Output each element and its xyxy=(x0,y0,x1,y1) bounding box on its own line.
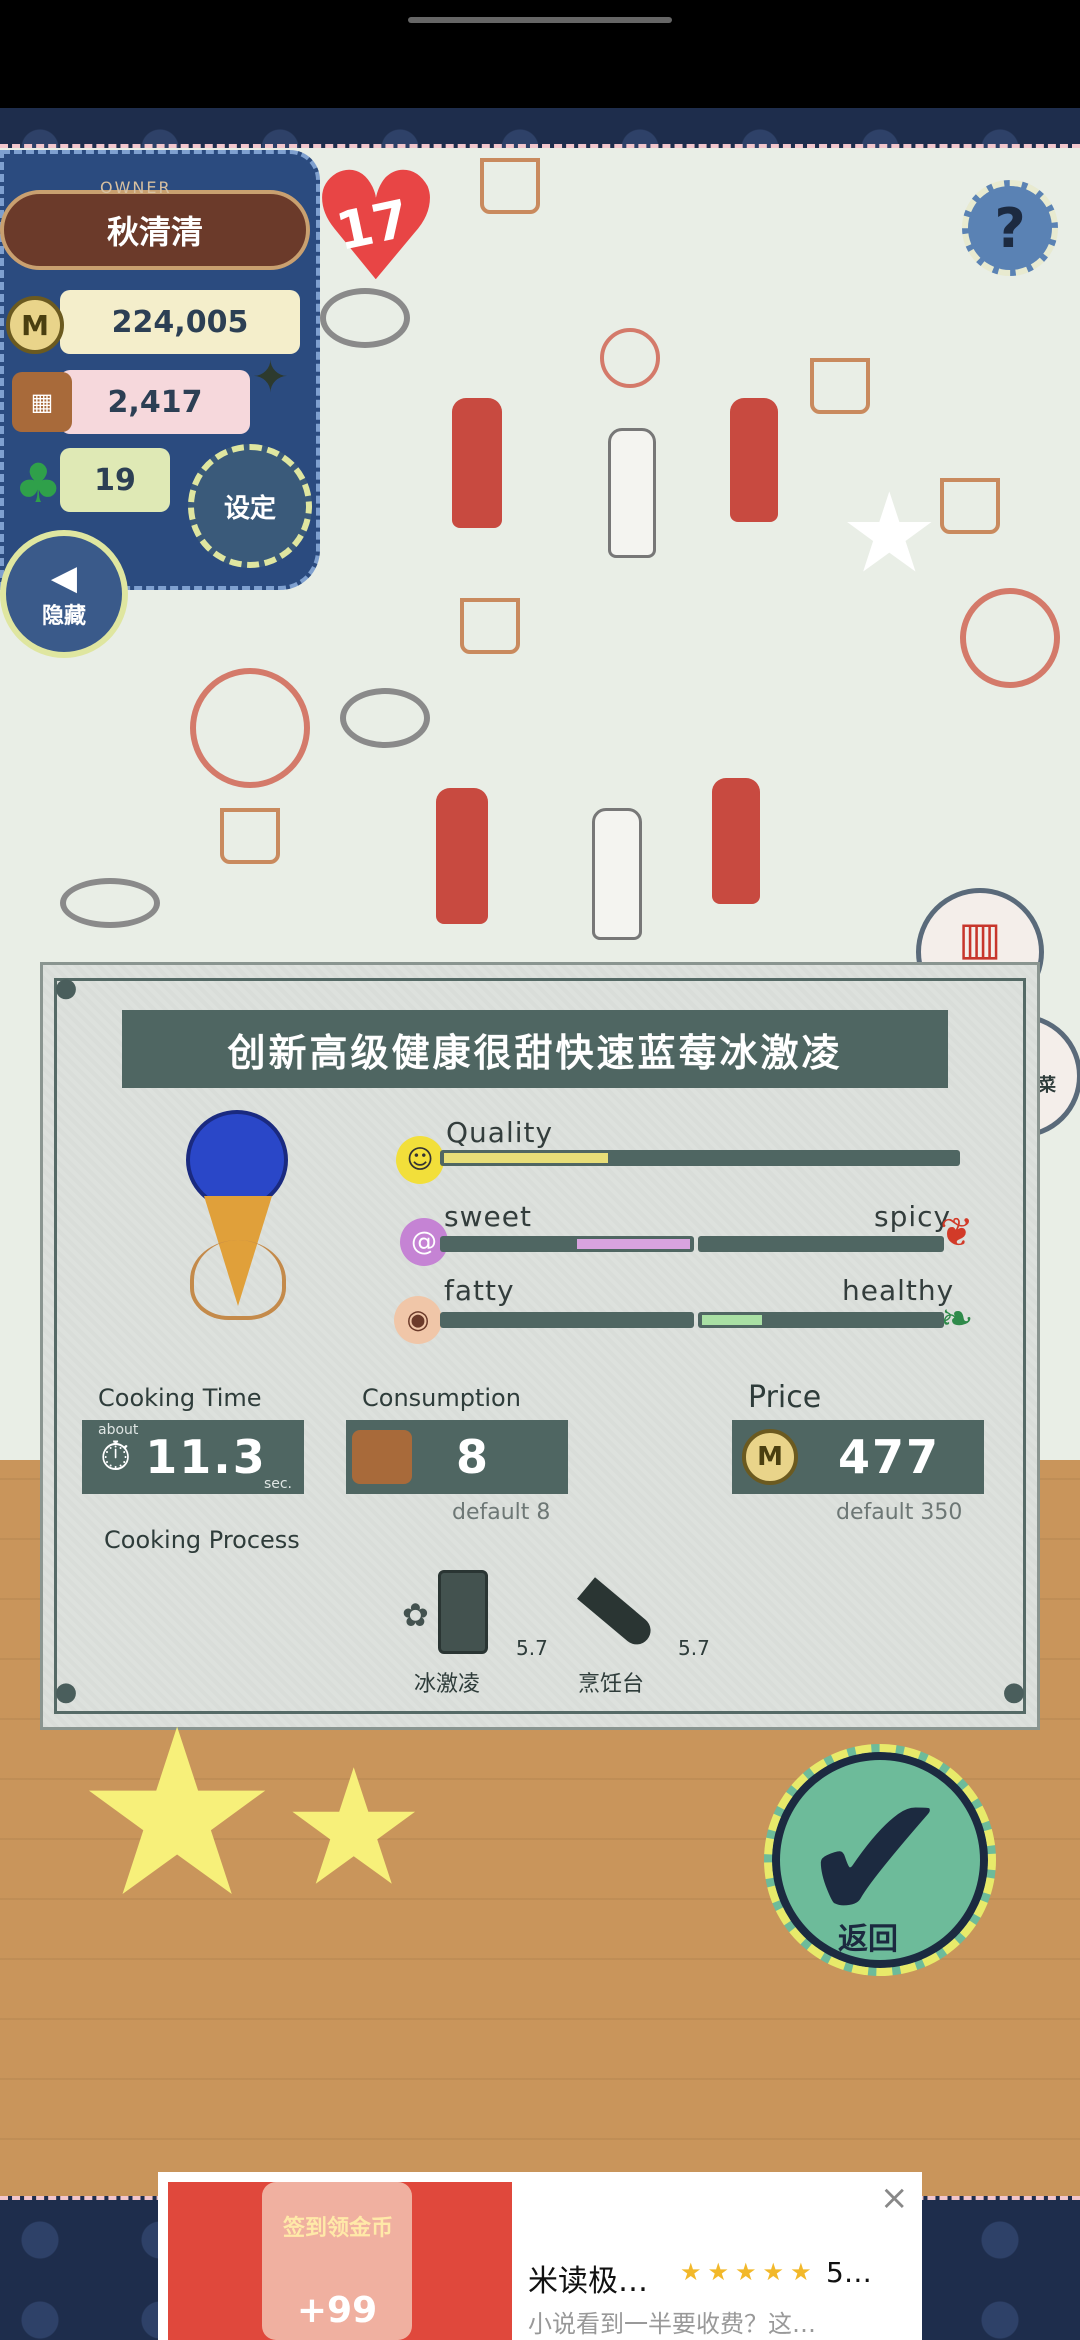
sweet-spicy-bar-left xyxy=(440,1236,694,1252)
stopwatch-icon: ⏱ xyxy=(100,1434,132,1480)
step-value: 5.7 xyxy=(516,1636,548,1660)
hide-label: 隐藏 xyxy=(41,604,86,629)
price-default: default 350 xyxy=(836,1500,963,1525)
top-border-strip xyxy=(0,108,1080,148)
quality-label: Quality xyxy=(446,1116,554,1149)
owner-name: 秋清清 xyxy=(106,213,203,251)
ingredient-value: 2,417 xyxy=(107,384,203,420)
bear-corner-icon: ● xyxy=(54,973,78,1003)
whisk-doodle xyxy=(60,878,160,928)
clover-counter: 19 xyxy=(60,448,170,512)
settings-label: 设定 xyxy=(223,493,276,524)
ad-rating: 5… xyxy=(826,2256,872,2289)
process-step: ✿ 5.7 冰激凌 xyxy=(398,1566,578,1697)
about-label: about xyxy=(98,1422,139,1438)
sweet-label: sweet xyxy=(444,1200,532,1233)
pig-icon: ◉ xyxy=(394,1296,442,1344)
pepper-icon: ❦ xyxy=(940,1210,974,1256)
clover-value: 19 xyxy=(94,462,136,498)
leaf-icon: ❧ xyxy=(940,1296,974,1342)
ad-image-bonus: +99 xyxy=(296,2290,378,2331)
price-value: 477 xyxy=(838,1430,941,1484)
step-name: 冰激凌 xyxy=(414,1672,481,1697)
cup-doodle xyxy=(940,478,1000,534)
coin-counter: 224,005 xyxy=(60,290,300,354)
cooking-process-label: Cooking Process xyxy=(104,1526,300,1554)
consumption-value: 8 xyxy=(456,1430,489,1484)
cup-doodle xyxy=(810,358,870,414)
healthy-fill xyxy=(702,1315,762,1325)
pan-doodle xyxy=(960,588,1060,688)
ingredient-counter: 2,417 xyxy=(60,370,250,434)
consumption-label: Consumption xyxy=(362,1384,521,1412)
step-value: 5.7 xyxy=(678,1636,710,1660)
consumption-default: default 8 xyxy=(452,1500,551,1525)
bear-corner-icon: ● xyxy=(1002,1677,1026,1707)
coin-icon: M xyxy=(742,1429,798,1485)
price-box: M 477 xyxy=(732,1420,984,1494)
sweet-spicy-bar-right xyxy=(698,1236,944,1252)
arrow-left-icon: ◀ xyxy=(50,558,78,598)
owner-tag: OWNER xyxy=(100,178,172,197)
ad-description: 小说看到一半要收费？这… xyxy=(528,2310,816,2338)
ad-close-button[interactable]: × xyxy=(880,2178,909,2218)
help-label: ? xyxy=(994,196,1026,260)
bottle-doodle xyxy=(452,398,502,528)
cup-doodle xyxy=(460,598,520,654)
settings-button[interactable]: 设定 xyxy=(188,444,312,568)
cooking-time-value: 11.3 xyxy=(145,1430,267,1484)
sec-label: sec. xyxy=(263,1476,292,1492)
clover-icon: ♣ xyxy=(14,452,63,515)
freezer-icon xyxy=(438,1570,488,1654)
fatty-healthy-bar-left xyxy=(440,1312,694,1328)
price-label: Price xyxy=(748,1380,822,1415)
hide-button[interactable]: ◀ 隐藏 xyxy=(0,530,128,658)
coin-value: 224,005 xyxy=(111,304,249,340)
dish-title-banner: 创新高级健康很甜快速蓝莓冰激凌 xyxy=(122,1010,948,1088)
cooking-time-label: Cooking Time xyxy=(98,1384,262,1412)
quality-face-icon: ☺ xyxy=(396,1136,444,1184)
coin-icon: M xyxy=(6,296,64,354)
pan-doodle xyxy=(190,668,310,788)
ad-rating-stars: ★★★★★ xyxy=(680,2258,818,2286)
bottle-doodle xyxy=(608,428,656,558)
healthy-label: healthy xyxy=(842,1274,955,1307)
bottle-doodle xyxy=(436,788,488,924)
star-decoration: ★ xyxy=(282,1734,426,1921)
basket-icon xyxy=(352,1430,412,1484)
cup-doodle xyxy=(480,158,540,214)
sparkle-icon: ✦ xyxy=(252,352,289,403)
dish-title: 创新高级健康很甜快速蓝莓冰激凌 xyxy=(227,1030,843,1075)
knife-icon xyxy=(577,1577,657,1651)
step-name: 烹饪台 xyxy=(578,1672,645,1697)
whisk-doodle xyxy=(340,688,430,748)
owner-name-plate: 秋清清 xyxy=(0,190,310,270)
sweet-fill xyxy=(577,1239,690,1249)
game-screen: ★ 秋清清 OWNER 224,005 M 2,417 ▦ ✦ 19 ♣ ♥ 1… xyxy=(0,0,1080,2340)
cup-doodle xyxy=(220,808,280,864)
pan-doodle xyxy=(600,328,660,388)
ice-cream-scoop xyxy=(186,1110,288,1210)
star-doodle: ★ xyxy=(840,469,939,597)
fatty-healthy-bar-right xyxy=(698,1312,944,1328)
cooking-time-box: about ⏱ 11.3 sec. xyxy=(82,1420,304,1494)
help-button[interactable]: ? xyxy=(962,180,1058,276)
consumption-box: 8 xyxy=(346,1420,568,1494)
cone-stand xyxy=(190,1240,286,1320)
star-decoration: ★ xyxy=(74,1681,281,1948)
quality-fill xyxy=(444,1153,608,1163)
bottle-doodle xyxy=(712,778,760,904)
ad-title: 米读极… xyxy=(528,2264,648,2299)
quality-bar xyxy=(440,1150,960,1166)
flower-icon: ✿ xyxy=(402,1596,429,1634)
bottle-doodle xyxy=(592,808,642,940)
confirm-label: 返回 xyxy=(838,1922,898,1957)
fatty-label: fatty xyxy=(444,1274,515,1307)
trash-icon: ▥ xyxy=(958,910,1002,965)
process-step: 5.7 烹饪台 xyxy=(570,1566,740,1697)
basket-icon: ▦ xyxy=(12,372,72,432)
bottle-doodle xyxy=(730,398,778,522)
home-indicator xyxy=(408,17,672,23)
ad-image-text: 签到领金币 xyxy=(282,2216,393,2241)
